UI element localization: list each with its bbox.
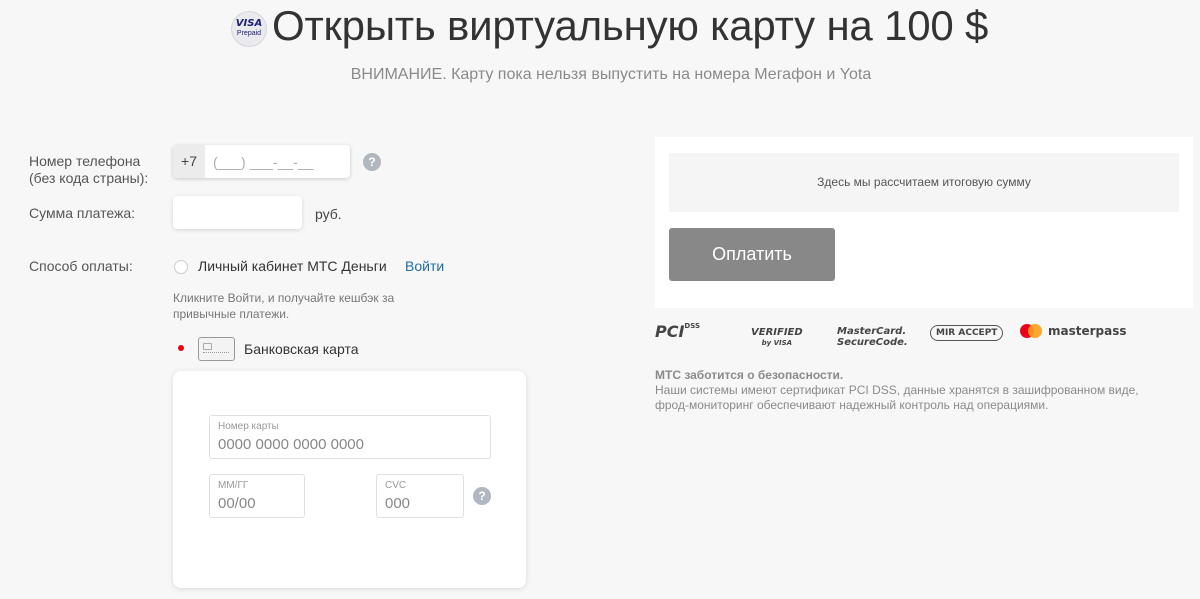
card-number-field[interactable]: Номер карты — [209, 415, 491, 459]
pci-dss-logo-text: DSS — [684, 322, 701, 330]
amount-input[interactable] — [173, 196, 302, 229]
vbv-sub-text: by VISA — [761, 339, 793, 347]
card-number-input[interactable] — [218, 436, 456, 453]
cvc-input[interactable] — [385, 495, 459, 512]
expiry-input[interactable] — [218, 495, 298, 512]
masterpass-logo: masterpass — [1020, 324, 1127, 338]
visa-logo-text: VISA — [235, 18, 263, 29]
pci-dss-logo: PCIDSS — [655, 322, 700, 341]
cashback-hint: Кликните Войти, и получайте кешбэк за пр… — [173, 291, 395, 321]
phone-help-icon[interactable]: ? — [363, 153, 381, 171]
masterpass-logo-text: masterpass — [1048, 324, 1127, 338]
prepaid-logo-text: Prepaid — [236, 30, 262, 37]
cvc-help-icon[interactable]: ? — [473, 487, 491, 505]
summary-panel: Здесь мы рассчитаем итоговую сумму Оплат… — [655, 137, 1193, 308]
radio-bank-card[interactable] — [174, 341, 188, 355]
expiry-field[interactable]: ММ/ГГ — [209, 474, 305, 518]
option-bank-card-label[interactable]: Банковская карта — [244, 341, 358, 357]
cvc-label: CVC — [385, 480, 407, 491]
card-details-form: Номер карты ММ/ГГ CVC ? — [173, 371, 526, 588]
phone-input[interactable] — [205, 145, 350, 178]
option-mts-wallet-label[interactable]: Личный кабинет МТС Деньги — [198, 258, 387, 274]
phone-field: +7 — [173, 145, 350, 178]
verified-by-visa-logo: VERIFIED by VISA — [751, 328, 803, 348]
security-text: Наши системы имеют сертификат PCI DSS, д… — [655, 383, 1139, 412]
currency-label: руб. — [315, 206, 342, 222]
phone-label-line2: (без кода страны): — [29, 170, 149, 186]
cvc-field[interactable]: CVC — [376, 474, 464, 518]
mir-accept-logo: MIR ACCEPT — [930, 325, 1004, 341]
mc-logo-line2: SecureCode. — [837, 337, 908, 348]
operator-warning: ВНИМАНИЕ. Карту пока нельзя выпустить на… — [350, 66, 872, 83]
mc-logo-line1: MasterCard. — [837, 326, 907, 337]
phone-label: Номер телефона (без кода страны): — [29, 153, 148, 187]
page-title: Открыть виртуальную карту на 100 $ — [272, 2, 989, 49]
vbv-logo-text: VERIFIED — [751, 327, 803, 338]
pci-logo-text: PCI — [655, 322, 685, 341]
expiry-label: ММ/ГГ — [218, 480, 249, 491]
page-header: VISA Prepaid Открыть виртуальную карту н… — [0, 0, 1200, 110]
total-summary: Здесь мы рассчитаем итоговую сумму — [669, 153, 1179, 212]
bank-card-icon — [198, 337, 235, 361]
phone-country-prefix: +7 — [173, 145, 205, 178]
visa-prepaid-logo: VISA Prepaid — [231, 11, 267, 47]
amount-label: Сумма платежа: — [29, 205, 136, 221]
card-number-label: Номер карты — [218, 421, 279, 432]
radio-mts-wallet[interactable] — [174, 260, 188, 274]
security-title: МТС заботится о безопасности. — [655, 368, 844, 382]
masterpass-orange-circle — [1028, 324, 1042, 338]
mastercard-securecode-logo: MasterCard. SecureCode. — [837, 326, 908, 348]
login-link[interactable]: Войти — [405, 258, 444, 274]
security-notice: МТС заботится о безопасности. Наши систе… — [655, 368, 1155, 413]
phone-label-line1: Номер телефона — [29, 153, 141, 169]
pay-button[interactable]: Оплатить — [669, 228, 835, 281]
payment-method-label: Способ оплаты: — [29, 258, 133, 274]
